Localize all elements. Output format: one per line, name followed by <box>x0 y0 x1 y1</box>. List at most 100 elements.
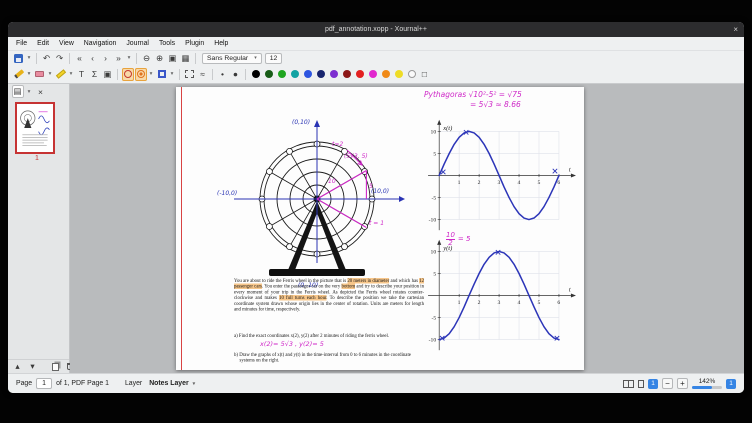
highlighted-text: 20 meters in diameter <box>347 278 389 284</box>
svg-text:10: 10 <box>431 249 437 255</box>
zoom-out-button[interactable]: ⊖ <box>141 52 153 65</box>
sidebar-close-button[interactable]: × <box>35 85 47 98</box>
toolbar-separator <box>136 53 137 64</box>
color-blue[interactable] <box>302 68 314 81</box>
move-page-up-button[interactable]: ▴ <box>12 360 24 373</box>
move-page-down-button[interactable]: ▾ <box>27 360 39 373</box>
thumbnail-page-number: 1 <box>15 155 59 162</box>
rectangle-tool[interactable] <box>156 68 168 81</box>
menu-item-navigation[interactable]: Navigation <box>79 37 122 50</box>
page-count-badge[interactable]: 1 <box>726 379 736 389</box>
math-tex-tool[interactable]: Σ <box>89 68 101 81</box>
pen-tool[interactable] <box>13 68 25 81</box>
layer-count-badge[interactable]: 1 <box>648 379 658 389</box>
color-white[interactable] <box>406 68 418 81</box>
app-window: pdf_annotation.xopp - Xournal++ × FileEd… <box>8 22 744 393</box>
axis-label-top: (0,10) <box>292 119 310 126</box>
svg-text:1: 1 <box>458 300 461 306</box>
menu-item-file[interactable]: File <box>11 37 32 50</box>
zoom-fit-button[interactable]: ▣ <box>167 52 179 65</box>
color-teal[interactable] <box>289 68 301 81</box>
zoom-slider[interactable] <box>692 386 722 389</box>
font-name-select[interactable]: Sans Regular ▾ <box>202 53 262 64</box>
shape-options-caret[interactable]: ▾ <box>148 68 155 81</box>
sidebar-tab-caret[interactable]: ▾ <box>26 85 33 98</box>
highlighted-text: 10 full turns each hour <box>279 295 326 301</box>
annotation-pythagoras: Pythagoras √10²-5² = √75 = 5√3 ≈ 8.66 <box>424 90 522 109</box>
single-page-view-icon[interactable] <box>638 380 644 388</box>
image-tool[interactable]: ▣ <box>102 68 114 81</box>
select-region-tool[interactable] <box>184 68 196 81</box>
menu-item-edit[interactable]: Edit <box>32 37 54 50</box>
menu-item-plugin[interactable]: Plugin <box>180 37 209 50</box>
menu-item-help[interactable]: Help <box>209 37 233 50</box>
copy-page-button[interactable] <box>50 360 62 373</box>
page-info: of 1, PDF Page 1 <box>56 380 109 387</box>
svg-text:2: 2 <box>478 300 481 306</box>
grid-view-button[interactable]: ▦ <box>180 52 192 65</box>
color-black[interactable] <box>250 68 262 81</box>
page-number-input[interactable]: 1 <box>36 378 52 389</box>
zoom-in-button[interactable]: + <box>677 378 688 389</box>
svg-text:6: 6 <box>557 300 560 306</box>
color-dark-green[interactable] <box>263 68 275 81</box>
menubar: FileEditViewNavigationJournalToolsPlugin… <box>8 37 744 50</box>
titlebar[interactable]: pdf_annotation.xopp - Xournal++ × <box>8 22 744 37</box>
item-b: b) Draw the graphs of x(t) and y(t) in t… <box>234 352 424 363</box>
shape-circle-tool[interactable] <box>122 68 134 81</box>
color-red[interactable] <box>354 68 366 81</box>
text-segment: and which has <box>389 278 419 284</box>
svg-text:t: t <box>569 166 571 173</box>
svg-text:4: 4 <box>518 300 521 306</box>
rectangle-options-caret[interactable]: ▾ <box>169 68 176 81</box>
text-tool[interactable]: T <box>76 68 88 81</box>
svg-text:2: 2 <box>478 180 481 186</box>
menu-item-view[interactable]: View <box>54 37 79 50</box>
redo-button[interactable]: ↷ <box>54 52 66 65</box>
document-area[interactable]: (0,10) (-10,0) (10,0) (0,-10) t=2 (5√3, … <box>70 84 744 373</box>
svg-text:5: 5 <box>433 271 436 277</box>
select-lasso-tool[interactable]: ≈ <box>197 68 209 81</box>
last-page-button[interactable]: » <box>113 52 125 65</box>
save-button[interactable] <box>13 52 25 65</box>
color-yellow[interactable] <box>393 68 405 81</box>
page-options-caret[interactable]: ▾ <box>126 52 133 65</box>
page-thumbnail[interactable] <box>15 102 55 154</box>
pythagoras-line2: = 5√3 ≈ 8.66 <box>470 100 522 110</box>
color-purple[interactable] <box>328 68 340 81</box>
toolbar-separator <box>195 53 196 64</box>
font-size-select[interactable]: 12 <box>265 53 283 64</box>
prev-page-button[interactable]: ‹ <box>87 52 99 65</box>
color-maroon[interactable] <box>341 68 353 81</box>
menu-item-journal[interactable]: Journal <box>121 37 154 50</box>
color-green[interactable] <box>276 68 288 81</box>
color-magenta[interactable] <box>367 68 379 81</box>
svg-text:5: 5 <box>537 180 540 186</box>
menu-item-tools[interactable]: Tools <box>154 37 180 50</box>
layer-select[interactable]: Notes Layer ▾ <box>146 380 198 387</box>
zoom-out-button[interactable]: − <box>662 378 673 389</box>
shape-arc-tool[interactable] <box>135 68 147 81</box>
zoom-control[interactable]: 142% <box>692 378 722 389</box>
highlighter-tool[interactable] <box>55 68 67 81</box>
dual-page-view-icon[interactable] <box>623 380 634 388</box>
color-picker-button[interactable]: □ <box>419 68 431 81</box>
size-fine-button[interactable]: • <box>217 68 229 81</box>
close-window-button[interactable]: × <box>733 22 738 37</box>
pdf-page[interactable]: (0,10) (-10,0) (10,0) (0,-10) t=2 (5√3, … <box>176 87 584 370</box>
save-options-caret[interactable]: ▾ <box>26 52 33 65</box>
sidebar: ▤▾× <box>8 84 70 373</box>
next-page-button[interactable]: › <box>100 52 112 65</box>
pen-options-caret[interactable]: ▾ <box>26 68 33 81</box>
annotation-height-5: 5 <box>369 183 373 190</box>
eraser-options-caret[interactable]: ▾ <box>47 68 54 81</box>
zoom-in-button[interactable]: ⊕ <box>154 52 166 65</box>
highlighter-options-caret[interactable]: ▾ <box>68 68 75 81</box>
first-page-button[interactable]: « <box>74 52 86 65</box>
sidebar-tab-preview[interactable]: ▤ <box>12 85 24 98</box>
color-orange[interactable] <box>380 68 392 81</box>
eraser-tool[interactable] <box>34 68 46 81</box>
color-navy[interactable] <box>315 68 327 81</box>
size-medium-button[interactable]: ● <box>230 68 242 81</box>
undo-button[interactable]: ↶ <box>41 52 53 65</box>
